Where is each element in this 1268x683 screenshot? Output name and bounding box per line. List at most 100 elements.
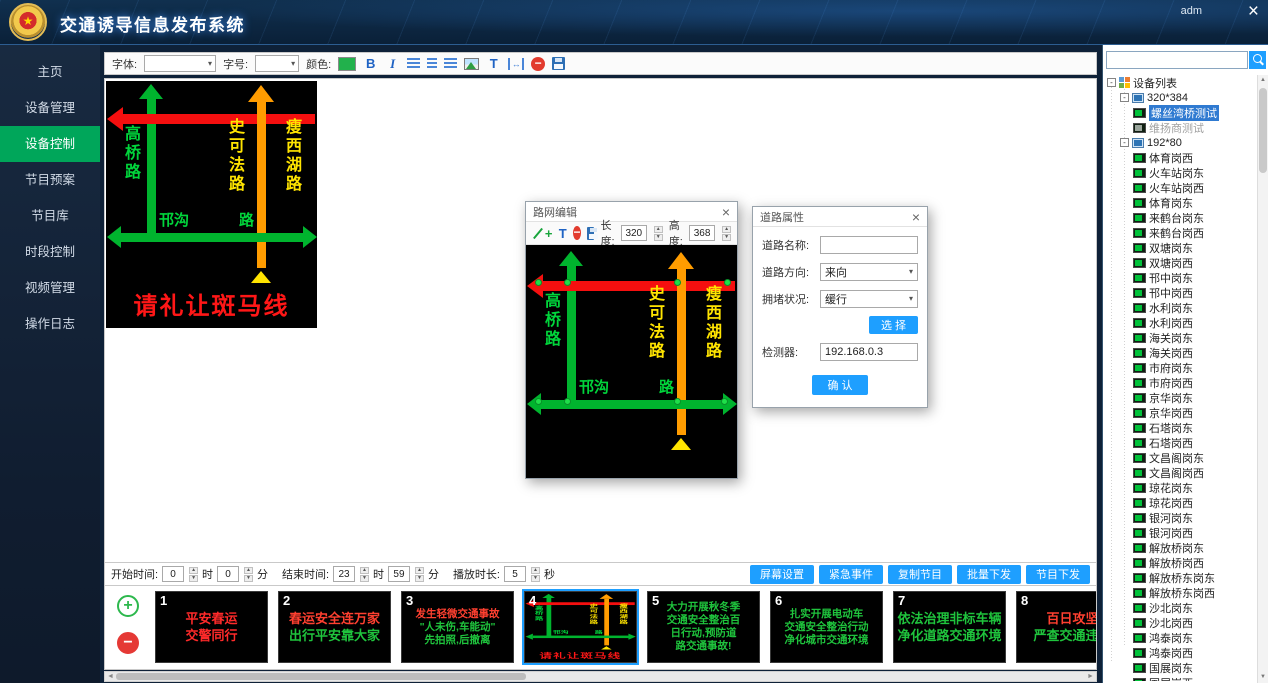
- tree-device[interactable]: 国展岗西: [1105, 675, 1258, 681]
- edit-handle[interactable]: [564, 279, 571, 286]
- horizontal-scrollbar[interactable]: ◄ ►: [104, 671, 1097, 682]
- tree-device[interactable]: 沙北岗东: [1105, 600, 1258, 615]
- tree-device[interactable]: 琼花岗西: [1105, 495, 1258, 510]
- confirm-button[interactable]: 确 认: [812, 375, 867, 395]
- draw-line-icon[interactable]: [532, 227, 539, 240]
- font-select[interactable]: ▾: [144, 55, 216, 72]
- sidebar-item-operation-log[interactable]: 操作日志: [0, 306, 100, 342]
- playlist-item-3[interactable]: 3发生轻微交通事故"人未伤,车能动"先拍照,后撤离: [401, 591, 514, 663]
- delete-icon[interactable]: −: [573, 226, 581, 240]
- align-right-icon[interactable]: [444, 58, 457, 69]
- tree-device[interactable]: 解放桥东岗东: [1105, 570, 1258, 585]
- tree-device[interactable]: 文昌阁岗西: [1105, 465, 1258, 480]
- edit-handle[interactable]: [535, 279, 542, 286]
- height-input[interactable]: [689, 225, 715, 241]
- save-icon[interactable]: [552, 57, 565, 70]
- tree-device[interactable]: 银河岗东: [1105, 510, 1258, 525]
- end-minute-stepper[interactable]: ▲▼: [415, 567, 424, 582]
- road-direction-select[interactable]: 来向 ▾: [820, 263, 918, 281]
- start-hour-input[interactable]: [162, 566, 184, 582]
- tree-device[interactable]: 鸿泰岗东: [1105, 630, 1258, 645]
- tree-device[interactable]: 来鹤台岗东: [1105, 210, 1258, 225]
- scroll-up-icon[interactable]: ▲: [1258, 75, 1268, 86]
- start-minute-stepper[interactable]: ▲▼: [244, 567, 253, 582]
- end-hour-input[interactable]: [333, 566, 355, 582]
- tree-group-320x384[interactable]: -320*384: [1105, 90, 1258, 105]
- tree-device[interactable]: 文昌阁岗东: [1105, 450, 1258, 465]
- tree-expander-icon[interactable]: -: [1120, 93, 1129, 102]
- tree-device[interactable]: 维扬商测试: [1105, 120, 1258, 135]
- tree-expander-icon[interactable]: -: [1107, 78, 1116, 87]
- tree-group-192x80[interactable]: -192*80: [1105, 135, 1258, 150]
- tree-device[interactable]: 石塔岗西: [1105, 435, 1258, 450]
- save-icon[interactable]: [587, 227, 594, 240]
- spin-down-icon[interactable]: ▼: [531, 575, 540, 582]
- search-input[interactable]: [1106, 51, 1248, 69]
- spin-up-icon[interactable]: ▲: [360, 567, 369, 574]
- edit-canvas[interactable]: 高桥路 史可法路 瘦西湖路 邗沟 路 请礼让斑马线 路网编辑 × + T: [104, 78, 1097, 563]
- italic-button[interactable]: I: [385, 56, 400, 72]
- send-program-button[interactable]: 节目下发: [1026, 565, 1090, 584]
- spin-up-icon[interactable]: ▲: [722, 226, 731, 233]
- playlist-item-4[interactable]: 4 高桥路 史可法路 瘦西湖路 邗沟 路 请礼让斑马线: [524, 591, 637, 663]
- close-icon[interactable]: ×: [912, 210, 920, 224]
- spin-up-icon[interactable]: ▲: [415, 567, 424, 574]
- tree-device[interactable]: 京华岗东: [1105, 390, 1258, 405]
- tree-device[interactable]: 水利岗东: [1105, 300, 1258, 315]
- tree-device[interactable]: 水利岗西: [1105, 315, 1258, 330]
- tree-device[interactable]: 沙北岗西: [1105, 615, 1258, 630]
- playlist-item-1[interactable]: 1平安春运交警同行: [155, 591, 268, 663]
- tree-device[interactable]: 邗中岗东: [1105, 270, 1258, 285]
- fit-width-icon[interactable]: ↔: [508, 58, 524, 70]
- text-tool-button[interactable]: T: [558, 226, 567, 241]
- playlist-item-7[interactable]: 7依法治理非标车辆净化道路交通环境: [893, 591, 1006, 663]
- move-cross-icon[interactable]: +: [545, 226, 553, 241]
- playlist-item-2[interactable]: 2春运安全连万家出行平安靠大家: [278, 591, 391, 663]
- sidebar-item-device-management[interactable]: 设备管理: [0, 90, 100, 126]
- tree-device[interactable]: 石塔岗东: [1105, 420, 1258, 435]
- length-stepper[interactable]: ▲▼: [654, 226, 663, 241]
- tree-device[interactable]: 体育岗东: [1105, 195, 1258, 210]
- tree-device[interactable]: 国展岗东: [1105, 660, 1258, 675]
- play-duration-input[interactable]: [504, 566, 526, 582]
- start-hour-stepper[interactable]: ▲▼: [189, 567, 198, 582]
- tree-device[interactable]: 解放桥东岗西: [1105, 585, 1258, 600]
- tree-device[interactable]: 京华岗西: [1105, 405, 1258, 420]
- tree-device[interactable]: 来鹤台岗西: [1105, 225, 1258, 240]
- add-program-button[interactable]: +: [117, 595, 139, 617]
- scroll-down-icon[interactable]: ▼: [1258, 672, 1268, 683]
- tree-device[interactable]: 琼花岗东: [1105, 480, 1258, 495]
- scrollbar-thumb[interactable]: [116, 673, 526, 680]
- playlist-item-5[interactable]: 5大力开展秋冬季交通安全整治百日行动,预防道路交通事故!: [647, 591, 760, 663]
- scrollbar-thumb[interactable]: [1259, 88, 1267, 173]
- duration-stepper[interactable]: ▲▼: [531, 567, 540, 582]
- sidebar-item-home[interactable]: 主页: [0, 54, 100, 90]
- spin-down-icon[interactable]: ▼: [189, 575, 198, 582]
- spin-down-icon[interactable]: ▼: [722, 234, 731, 241]
- spin-down-icon[interactable]: ▼: [415, 575, 424, 582]
- sidebar-item-device-control[interactable]: 设备控制: [0, 126, 100, 162]
- search-button[interactable]: [1249, 51, 1266, 69]
- copy-program-button[interactable]: 复制节目: [888, 565, 952, 584]
- tree-device[interactable]: 解放桥岗东: [1105, 540, 1258, 555]
- spin-up-icon[interactable]: ▲: [244, 567, 253, 574]
- tree-device[interactable]: 邗中岗西: [1105, 285, 1258, 300]
- sidebar-item-program-library[interactable]: 节目库: [0, 198, 100, 234]
- vertical-scrollbar[interactable]: ▲ ▼: [1257, 75, 1268, 683]
- spin-up-icon[interactable]: ▲: [531, 567, 540, 574]
- emergency-event-button[interactable]: 紧急事件: [819, 565, 883, 584]
- align-center-icon[interactable]: [427, 58, 437, 69]
- tree-device[interactable]: 体育岗西: [1105, 150, 1258, 165]
- edit-handle[interactable]: [674, 398, 681, 405]
- screen-settings-button[interactable]: 屏幕设置: [750, 565, 814, 584]
- dialog-titlebar[interactable]: 道路属性 ×: [753, 207, 927, 227]
- end-minute-input[interactable]: [388, 566, 410, 582]
- spin-down-icon[interactable]: ▼: [654, 234, 663, 241]
- text-tool-button[interactable]: T: [486, 56, 501, 71]
- tree-root[interactable]: -设备列表: [1105, 75, 1258, 90]
- edit-handle[interactable]: [721, 398, 728, 405]
- select-detector-button[interactable]: 选 择: [869, 316, 918, 334]
- tree-device[interactable]: 海关岗东: [1105, 330, 1258, 345]
- tree-device[interactable]: 解放桥岗西: [1105, 555, 1258, 570]
- sidebar-item-video-management[interactable]: 视频管理: [0, 270, 100, 306]
